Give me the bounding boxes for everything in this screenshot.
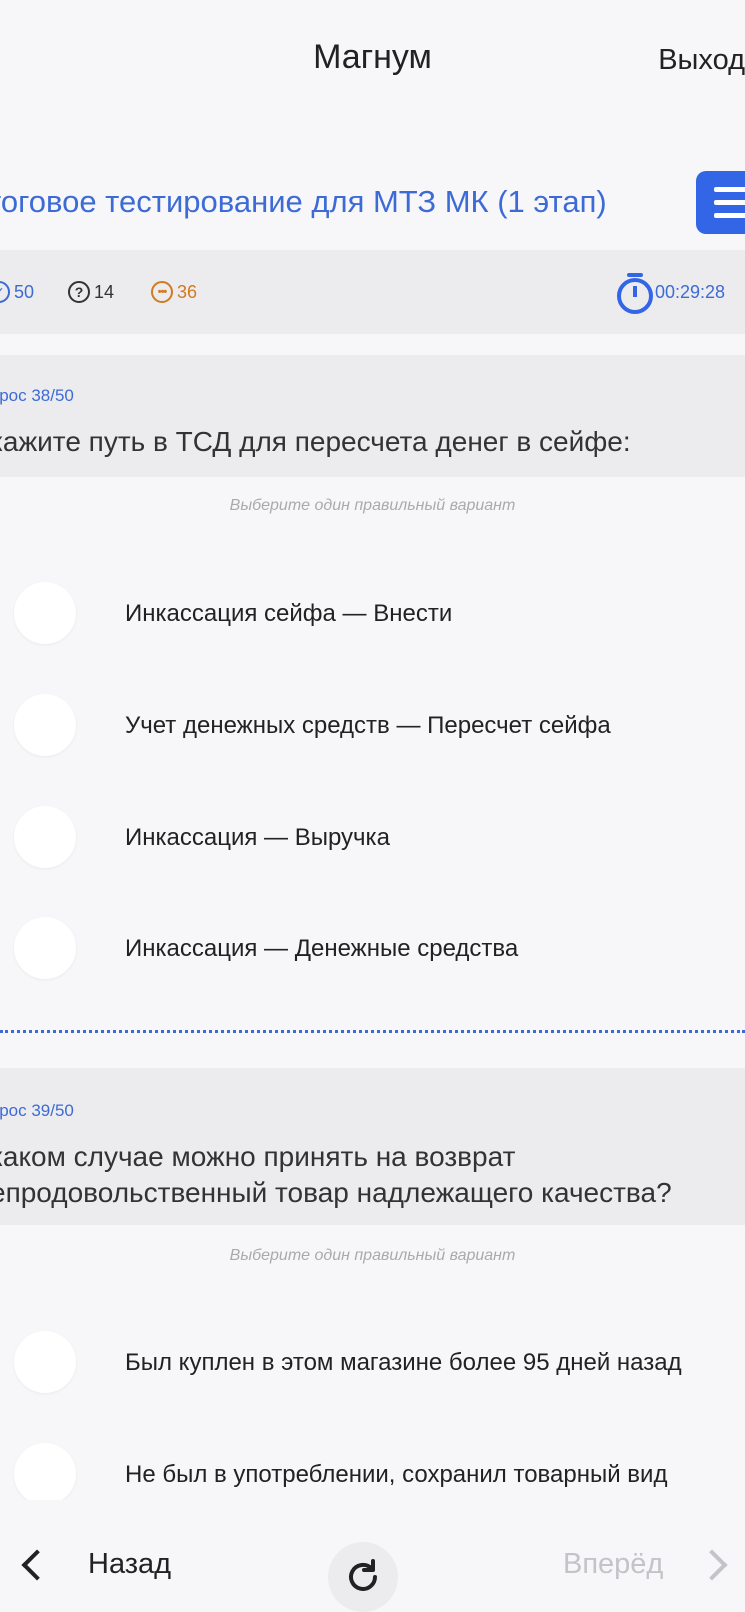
- radio-button[interactable]: [14, 917, 76, 979]
- chevron-right-icon: [696, 1548, 728, 1581]
- menu-icon-bar: [714, 200, 745, 205]
- stat-unanswered: ? 14: [68, 250, 114, 334]
- timer: 00:29:28: [617, 250, 725, 334]
- refresh-button[interactable]: [328, 1542, 398, 1612]
- answer-option-label: Был куплен в этом магазине более 95 дней…: [125, 1349, 682, 1376]
- next-label: Вперёд: [563, 1548, 664, 1580]
- stats-bar: ✓ 50 ? 14 ••• 36 00:29:28: [0, 250, 745, 334]
- question-header: прос 39/50 каком случае можно принять на…: [0, 1068, 745, 1225]
- menu-icon: [714, 187, 745, 192]
- test-title: тоговое тестирование для МТЗ МК (1 этап): [0, 184, 607, 219]
- timer-value: 00:29:28: [655, 281, 726, 302]
- chevron-left-icon: [21, 1548, 53, 1581]
- question-icon: ?: [68, 281, 90, 303]
- question-header: прос 38/50 кажите путь в ТСД для пересче…: [0, 355, 745, 477]
- stat-remaining-value: 36: [177, 281, 198, 302]
- back-label: Назад: [88, 1548, 172, 1580]
- question-number: прос 39/50: [0, 1101, 74, 1120]
- app-title: Магнум: [313, 38, 432, 76]
- answer-option-label: Инкассация — Денежные средства: [125, 935, 519, 962]
- stat-remaining: ••• 36: [151, 250, 197, 334]
- stat-total: ✓ 50: [0, 250, 34, 334]
- radio-button[interactable]: [14, 1443, 76, 1505]
- answer-option-label: Не был в употреблении, сохранил товарный…: [125, 1461, 668, 1488]
- question-text-line: каком случае можно принять на возврат: [0, 1141, 516, 1172]
- header: Магнум Выход: [0, 0, 745, 125]
- question-divider: [0, 1030, 745, 1033]
- question-hint: Выберите один правильный вариант: [229, 1247, 516, 1264]
- radio-button[interactable]: [14, 1331, 76, 1393]
- answer-option[interactable]: Инкассация сейфа — Внести: [0, 563, 745, 663]
- menu-button[interactable]: [696, 171, 745, 234]
- question-text: кажите путь в ТСД для пересчета денег в …: [0, 426, 631, 457]
- answer-option-label: Инкассация — Выручка: [125, 824, 390, 851]
- answer-option-label: Инкассация сейфа — Внести: [125, 600, 453, 627]
- question-text-line: епродовольственный товар надлежащего кач…: [0, 1177, 672, 1208]
- ellipsis-icon: •••: [151, 281, 173, 303]
- stat-unanswered-value: 14: [94, 281, 115, 302]
- page: Магнум Выход тоговое тестирование для МТ…: [0, 0, 745, 1612]
- answer-option[interactable]: Был куплен в этом магазине более 95 дней…: [0, 1312, 745, 1412]
- radio-button[interactable]: [14, 582, 76, 644]
- answer-option[interactable]: Инкассация — Выручка: [0, 787, 745, 887]
- next-button[interactable]: Вперёд: [563, 1548, 728, 1581]
- stat-total-value: 50: [14, 281, 35, 302]
- stopwatch-icon: [617, 273, 653, 314]
- back-button[interactable]: Назад: [18, 1548, 171, 1581]
- refresh-icon: [349, 1559, 377, 1591]
- answer-option[interactable]: Учет денежных средств — Пересчет сейфа: [0, 675, 745, 775]
- radio-button[interactable]: [14, 694, 76, 756]
- total-icon: ✓: [0, 281, 10, 303]
- answer-option[interactable]: Инкассация — Денежные средства: [0, 898, 745, 998]
- logout-button[interactable]: Выход: [658, 44, 745, 77]
- menu-icon-bar: [714, 213, 745, 218]
- question-number: прос 38/50: [0, 386, 74, 405]
- question-hint: Выберите один правильный вариант: [229, 497, 516, 514]
- radio-button[interactable]: [14, 806, 76, 868]
- answer-option-label: Учет денежных средств — Пересчет сейфа: [125, 712, 611, 739]
